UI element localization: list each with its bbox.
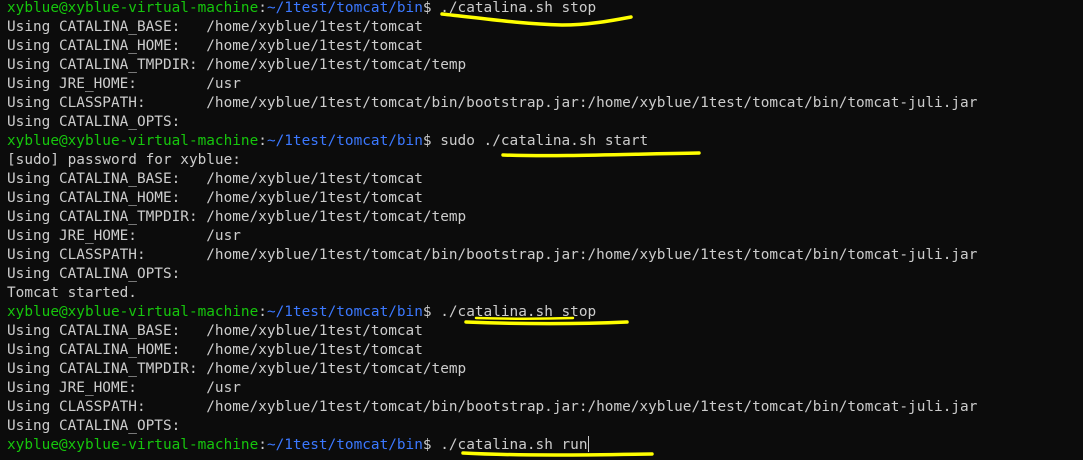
output-line: Using JRE_HOME: /usr <box>7 228 241 244</box>
prompt-colon: : <box>258 133 267 149</box>
output-line: Using CLASSPATH: /home/xyblue/1test/tomc… <box>7 95 978 111</box>
output-line: [sudo] password for xyblue: <box>7 152 241 168</box>
output-line: Using CATALINA_TMPDIR: /home/xyblue/1tes… <box>7 209 467 225</box>
prompt-line: xyblue@xyblue-virtual-machine:~/1test/to… <box>7 303 1083 322</box>
command-text: ./catalina.sh run <box>431 437 588 453</box>
prompt-user-host: xyblue@xyblue-virtual-machine <box>7 133 259 149</box>
output-line: Using CATALINA_BASE: /home/xyblue/1test/… <box>7 171 423 187</box>
command-text: ./catalina.sh stop <box>431 304 597 320</box>
prompt-path: ~/1test/tomcat/bin <box>266 304 423 320</box>
prompt-dollar: $ <box>422 0 432 16</box>
output-line: Using CLASSPATH: /home/xyblue/1test/tomc… <box>7 399 978 415</box>
command-text: ./catalina.sh stop <box>431 0 597 16</box>
output-line: Using CATALINA_TMPDIR: /home/xyblue/1tes… <box>7 57 467 73</box>
prompt-path: ~/1test/tomcat/bin <box>266 0 423 16</box>
command-text: sudo ./catalina.sh start <box>431 133 649 149</box>
prompt-colon: : <box>258 437 267 453</box>
terminal-window[interactable]: xyblue@xyblue-virtual-machine:~/1test/to… <box>7 0 1083 460</box>
prompt-dollar: $ <box>422 133 432 149</box>
prompt-dollar: $ <box>422 437 432 453</box>
output-line: Using JRE_HOME: /usr <box>7 76 241 92</box>
text-cursor[interactable] <box>587 436 589 452</box>
output-line: Using CLASSPATH: /home/xyblue/1test/tomc… <box>7 247 978 263</box>
prompt-dollar: $ <box>422 304 432 320</box>
output-line: Using CATALINA_HOME: /home/xyblue/1test/… <box>7 38 423 54</box>
output-line: Tomcat started. <box>7 285 137 301</box>
output-line: Using CATALINA_BASE: /home/xyblue/1test/… <box>7 323 423 339</box>
output-line: Using CATALINA_OPTS: <box>7 418 181 434</box>
output-line: Using JRE_HOME: /usr <box>7 380 241 396</box>
output-line: Using CATALINA_TMPDIR: /home/xyblue/1tes… <box>7 361 467 377</box>
prompt-colon: : <box>258 304 267 320</box>
prompt-user-host: xyblue@xyblue-virtual-machine <box>7 304 259 320</box>
output-line: Using CATALINA_HOME: /home/xyblue/1test/… <box>7 190 423 206</box>
prompt-path: ~/1test/tomcat/bin <box>266 133 423 149</box>
prompt-colon: : <box>258 0 267 16</box>
prompt-user-host: xyblue@xyblue-virtual-machine <box>7 437 259 453</box>
output-line: Using CATALINA_OPTS: <box>7 114 181 130</box>
output-line: Using CATALINA_OPTS: <box>7 266 181 282</box>
prompt-line: xyblue@xyblue-virtual-machine:~/1test/to… <box>7 436 1083 455</box>
prompt-line: xyblue@xyblue-virtual-machine:~/1test/to… <box>7 0 1083 18</box>
prompt-line: xyblue@xyblue-virtual-machine:~/1test/to… <box>7 132 1083 151</box>
output-line: Using CATALINA_BASE: /home/xyblue/1test/… <box>7 19 423 35</box>
prompt-path: ~/1test/tomcat/bin <box>266 437 423 453</box>
prompt-user-host: xyblue@xyblue-virtual-machine <box>7 0 259 16</box>
output-line: Using CATALINA_HOME: /home/xyblue/1test/… <box>7 342 423 358</box>
